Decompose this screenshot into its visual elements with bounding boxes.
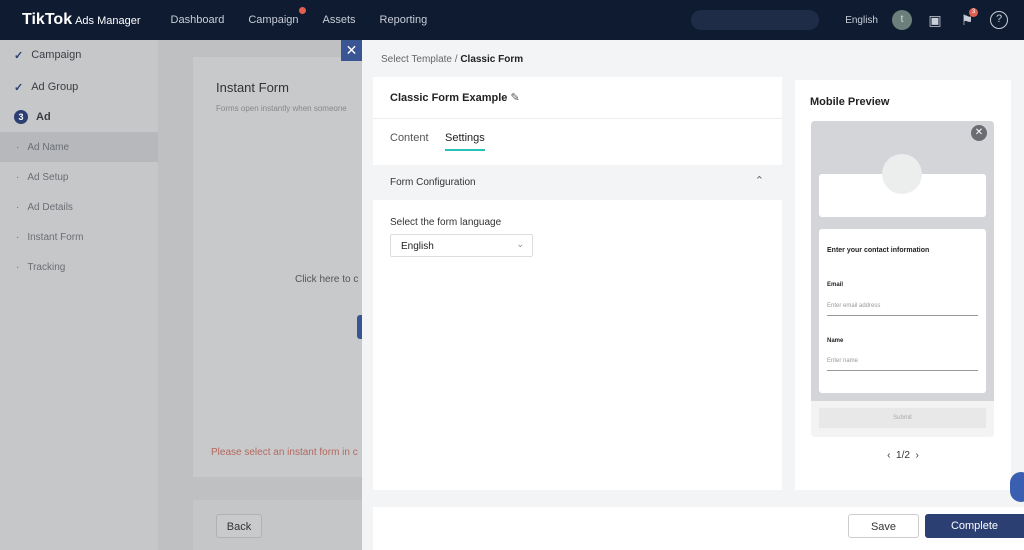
nav-dashboard[interactable]: Dashboard [171, 14, 225, 26]
help-chat-button[interactable] [1010, 472, 1024, 502]
language-label: Select the form language [390, 217, 502, 228]
error-message: Please select an instant form in c [211, 447, 358, 458]
label: Campaign [31, 49, 82, 61]
chevron-down-icon: ⌄ [516, 239, 524, 249]
label: Ad Name [27, 141, 70, 153]
logo-text: TikTok [22, 11, 73, 28]
bell-icon[interactable]: ⚑ 3 [958, 8, 978, 29]
label: Tracking [27, 261, 66, 273]
nav-campaign[interactable]: Campaign [248, 7, 306, 26]
back-button[interactable]: Back [216, 514, 262, 538]
sidebar-item-ad-setup[interactable]: · Ad Setup [0, 162, 158, 192]
label: Ad Setup [27, 171, 69, 183]
email-field: Enter email address [827, 303, 978, 316]
language-value: English [401, 241, 434, 252]
section-title: Form Configuration [390, 177, 476, 188]
nav-assets[interactable]: Assets [323, 14, 356, 26]
save-button[interactable]: Save [848, 514, 919, 538]
breadcrumb-select-template[interactable]: Select Template [381, 54, 452, 65]
language-select[interactable]: English ⌄ [390, 234, 533, 257]
label: Ad Group [31, 81, 79, 93]
form-editor-card: Classic Form Example ✎ Content Settings … [373, 77, 782, 490]
check-icon: ✓ [14, 81, 24, 94]
mobile-preview: Mobile Preview ✕ Enter your contact info… [795, 80, 1011, 490]
label: Ad [36, 111, 51, 123]
logo[interactable]: TikTok Ads Manager [22, 11, 141, 29]
breadcrumb-current: Classic Form [460, 54, 524, 65]
badge-dot [298, 7, 306, 14]
form-configuration-header[interactable]: Form Configuration ⌃ [373, 165, 782, 200]
contact-form: Enter your contact information Email Ent… [819, 229, 986, 393]
close-icon[interactable]: ✕ [971, 125, 987, 141]
label: Instant Form [27, 231, 84, 243]
inbox-icon[interactable]: ▣ [926, 11, 944, 29]
close-drawer-button[interactable]: ✕ [341, 40, 362, 61]
template-drawer: Select Template / Classic Form Classic F… [362, 40, 1024, 550]
next-page-icon[interactable]: › [916, 450, 919, 461]
form-name-text: Classic Form Example [390, 92, 508, 104]
tab-settings[interactable]: Settings [445, 132, 485, 151]
create-form-link[interactable]: Click here to c [295, 274, 358, 285]
left-footer: Back [193, 500, 373, 550]
name-field: Enter name [827, 358, 978, 371]
chevron-up-icon: ⌃ [754, 175, 764, 187]
nav-reporting[interactable]: Reporting [380, 14, 428, 26]
tab-content[interactable]: Content [390, 132, 429, 144]
preview-title: Mobile Preview [810, 96, 890, 108]
logo-sub: Ads Manager [75, 15, 141, 27]
step-number: 3 [14, 110, 28, 124]
drawer-footer: Save Complete [373, 507, 1024, 550]
instant-form-panel: Instant Form Forms open instantly when s… [193, 57, 373, 477]
edit-pencil-icon[interactable]: ✎ [510, 92, 519, 104]
prev-page-icon[interactable]: ‹ [887, 450, 890, 461]
preview-pager: ‹ 1/2 › [795, 450, 1011, 461]
help-icon[interactable]: ? [990, 11, 1008, 29]
sidebar-item-ad-details[interactable]: · Ad Details [0, 192, 158, 222]
top-nav: TikTok Ads Manager Dashboard Campaign Ass… [0, 0, 1024, 40]
image-placeholder-icon [882, 154, 922, 194]
form-name: Classic Form Example ✎ [390, 91, 520, 104]
sidebar-item-campaign[interactable]: ✓ Campaign [0, 40, 158, 70]
sidebar-item-ad-group[interactable]: ✓ Ad Group [0, 72, 158, 102]
submit-button: Submit [819, 408, 986, 428]
language-switch[interactable]: English [845, 15, 878, 26]
sidebar-item-ad[interactable]: 3 Ad [0, 102, 158, 132]
panel-desc: Forms open instantly when someone [216, 104, 347, 113]
account-search[interactable] [691, 10, 820, 30]
breadcrumb: Select Template / Classic Form [381, 54, 523, 65]
notif-badge: 3 [969, 8, 978, 17]
name-label: Name [827, 338, 844, 344]
form-heading: Enter your contact information [827, 247, 930, 254]
complete-button[interactable]: Complete [925, 514, 1024, 538]
breadcrumb-sep: / [454, 54, 458, 65]
email-label: Email [827, 282, 844, 288]
panel-title: Instant Form [216, 80, 289, 95]
sidebar-item-ad-name[interactable]: · Ad Name [0, 132, 158, 162]
label: Ad Details [27, 201, 73, 213]
nav-campaign-label: Campaign [248, 14, 299, 26]
avatar[interactable]: t [892, 10, 912, 30]
sidebar-item-instant-form[interactable]: · Instant Form [0, 222, 158, 252]
sidebar-item-tracking[interactable]: · Tracking [0, 252, 158, 282]
sidebar: ✓ Campaign ✓ Ad Group 3 Ad · Ad Name · Ad Set… [0, 40, 158, 550]
phone-frame: ✕ Enter your contact information Email E… [811, 121, 994, 437]
page-indicator: 1/2 [896, 450, 910, 461]
check-icon: ✓ [14, 49, 24, 62]
